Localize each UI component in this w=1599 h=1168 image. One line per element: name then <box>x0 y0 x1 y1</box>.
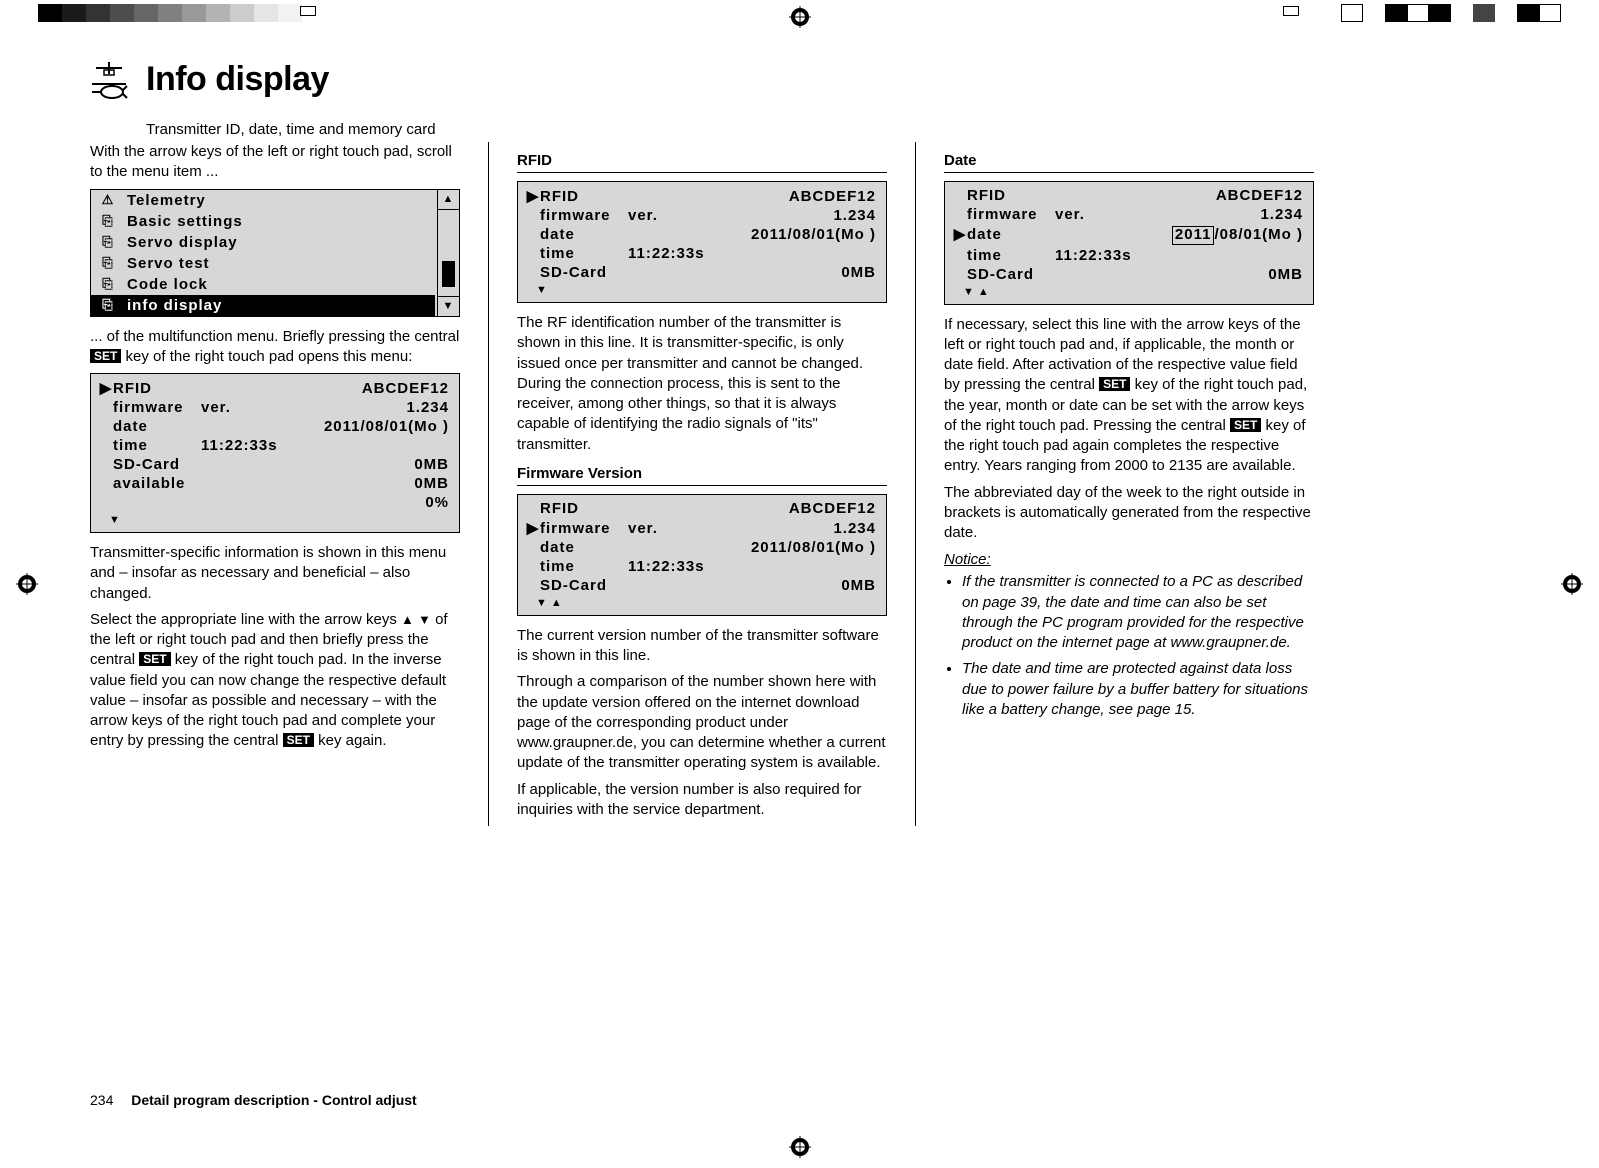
intro-text: With the arrow keys of the left or right… <box>90 142 460 183</box>
section-heading-rfid: RFID <box>517 152 887 173</box>
menu-item-label: Servo test <box>127 255 210 272</box>
notice-heading: Notice: <box>944 551 1314 568</box>
registration-mark-left <box>16 573 38 595</box>
cursor-icon: ▶ <box>953 225 967 243</box>
menu-screenshot: ⚠ Telemetry ⎘ Basic settings ⎘ Servo displa… <box>90 189 460 317</box>
folder-icon: ⎘ <box>99 298 117 312</box>
set-key-badge: SET <box>139 652 170 666</box>
notice-list: If the transmitter is connected to a PC … <box>944 572 1314 720</box>
body-text: If necessary, select this line with the … <box>944 315 1314 477</box>
set-key-badge: SET <box>1099 377 1130 391</box>
nav-arrows-icon: ▼▲ <box>518 595 886 609</box>
set-key-badge: SET <box>1230 418 1261 432</box>
warning-icon: ⚠ <box>99 193 117 207</box>
menu-item-label: Basic settings <box>127 213 243 230</box>
scrollbar: ▲ ▼ <box>437 190 459 316</box>
down-arrow-icon: ▼ <box>418 612 431 627</box>
body-text: Transmitter-specific information is show… <box>90 543 460 604</box>
page-title: Info display <box>146 60 329 99</box>
registration-mark-right <box>1561 573 1583 595</box>
info-display-rfid: ▶RFIDABCDEF12 firmwarever.1.234 date2011… <box>517 181 887 303</box>
folder-icon: ⎘ <box>99 235 117 249</box>
menu-item-label: Servo display <box>127 234 238 251</box>
registration-mark-bottom <box>789 1136 811 1158</box>
body-text: Through a comparison of the number shown… <box>517 672 887 773</box>
nav-arrows-icon: ▼▲ <box>945 284 1313 298</box>
scroll-down-icon: ▼ <box>438 296 459 316</box>
page-footer: 234 Detail program description - Control… <box>90 1092 417 1108</box>
info-display-date: RFIDABCDEF12 firmwarever.1.234 ▶date2011… <box>944 181 1314 305</box>
notice-item: The date and time are protected against … <box>962 659 1314 720</box>
body-text: Select the appropriate line with the arr… <box>90 610 460 752</box>
set-key-badge: SET <box>283 733 314 747</box>
menu-item-label: info display <box>127 297 222 314</box>
cursor-icon: ▶ <box>526 187 540 205</box>
nav-arrows-icon: ▼ <box>91 512 459 526</box>
notice-item: If the transmitter is connected to a PC … <box>962 572 1314 653</box>
folder-icon: ⎘ <box>99 277 117 291</box>
scroll-up-icon: ▲ <box>438 190 459 210</box>
year-edit-box: 2011 <box>1172 226 1215 245</box>
cursor-icon: ▶ <box>99 379 113 397</box>
nav-arrows-icon: ▼ <box>518 282 886 296</box>
body-text: ... of the multifunction menu. Briefly p… <box>90 327 460 368</box>
folder-icon: ⎘ <box>99 256 117 270</box>
menu-item-label: Telemetry <box>127 192 206 209</box>
helicopter-icon <box>90 60 128 104</box>
page-number: 234 <box>90 1092 113 1108</box>
body-text: If applicable, the version number is als… <box>517 780 887 821</box>
footer-title: Detail program description - Control adj… <box>131 1092 416 1108</box>
folder-icon: ⎘ <box>99 214 117 228</box>
info-display-main: ▶RFIDABCDEF12 firmwarever.1.234 date2011… <box>90 373 460 533</box>
print-registration-top <box>0 4 1599 26</box>
cursor-icon: ▶ <box>526 519 540 537</box>
set-key-badge: SET <box>90 349 121 363</box>
up-arrow-icon: ▲ <box>401 612 414 627</box>
column-divider <box>488 142 489 826</box>
column-divider <box>915 142 916 826</box>
body-text: The abbreviated day of the week to the r… <box>944 483 1314 544</box>
section-heading-date: Date <box>944 152 1314 173</box>
info-display-firmware: RFIDABCDEF12 ▶firmwarever.1.234 date2011… <box>517 494 887 616</box>
body-text: The RF identification number of the tran… <box>517 313 887 455</box>
page-subtitle: Transmitter ID, date, time and memory ca… <box>146 121 1509 138</box>
body-text: The current version number of the transm… <box>517 626 887 667</box>
section-heading-firmware: Firmware Version <box>517 465 887 486</box>
menu-item-label: Code lock <box>127 276 208 293</box>
